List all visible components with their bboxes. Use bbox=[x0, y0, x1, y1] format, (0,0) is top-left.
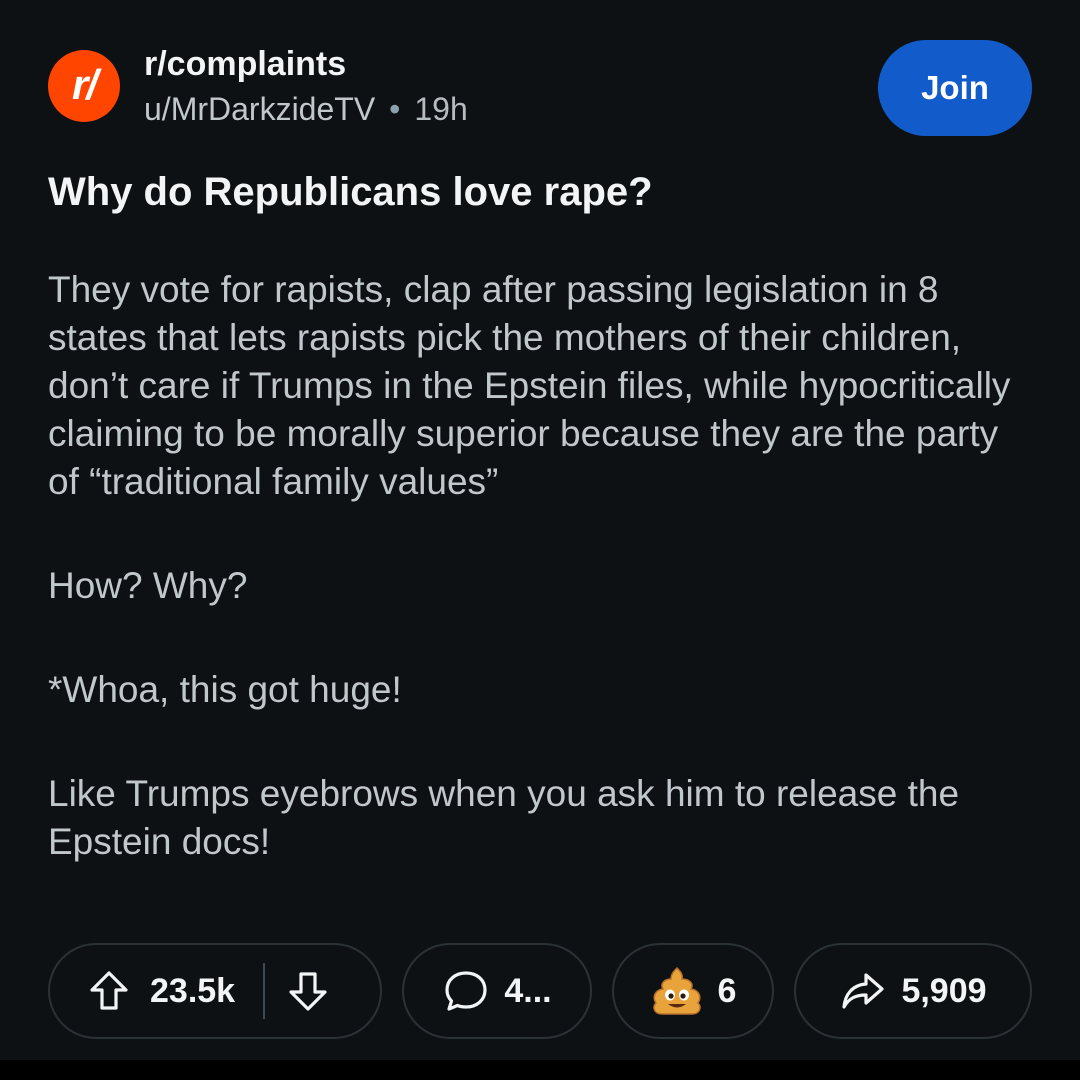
upvote-count: 23.5k bbox=[150, 971, 236, 1010]
share-arrow-icon bbox=[839, 967, 887, 1015]
post-meta: r/complaints u/MrDarkzideTV • 19h bbox=[144, 42, 468, 132]
share-count: 5,909 bbox=[901, 971, 987, 1010]
post-age: 19h bbox=[414, 91, 468, 127]
body-paragraph: How? Why? bbox=[48, 565, 248, 606]
body-paragraph: *Whoa, this got huge! bbox=[48, 669, 402, 710]
speech-bubble-icon bbox=[442, 967, 490, 1015]
author-name[interactable]: u/MrDarkzideTV bbox=[144, 86, 375, 132]
action-bar: 23.5k 4... 6 5,909 bbox=[48, 943, 1032, 1043]
subreddit-name[interactable]: r/complaints bbox=[144, 42, 468, 86]
comments-button[interactable]: 4... bbox=[402, 943, 592, 1039]
vote-divider bbox=[263, 963, 266, 1019]
poop-emoji-icon bbox=[650, 964, 704, 1018]
body-paragraph: They vote for rapists, clap after passin… bbox=[48, 269, 1011, 502]
arrow-up-icon[interactable] bbox=[86, 968, 132, 1014]
subreddit-avatar-glyph: r/ bbox=[71, 61, 98, 108]
post-title[interactable]: Why do Republicans love rape? bbox=[48, 166, 1032, 218]
bottom-edge bbox=[0, 1060, 1080, 1080]
author-line: u/MrDarkzideTV • 19h bbox=[144, 86, 468, 132]
award-count: 6 bbox=[717, 971, 737, 1010]
post-card: r/ r/complaints u/MrDarkzideTV • 19h Joi… bbox=[0, 0, 1080, 1060]
meta-separator: • bbox=[389, 91, 401, 127]
share-button[interactable]: 5,909 bbox=[794, 943, 1032, 1039]
vote-control: 23.5k bbox=[48, 943, 382, 1039]
arrow-down-icon[interactable] bbox=[285, 968, 331, 1014]
subreddit-avatar[interactable]: r/ bbox=[48, 50, 120, 122]
awards-button[interactable]: 6 bbox=[612, 943, 774, 1039]
join-button[interactable]: Join bbox=[878, 40, 1032, 136]
comment-count: 4... bbox=[504, 971, 552, 1010]
body-paragraph: Like Trumps eyebrows when you ask him to… bbox=[48, 773, 960, 862]
post-body: They vote for rapists, clap after passin… bbox=[48, 266, 1038, 866]
post-header: r/ r/complaints u/MrDarkzideTV • 19h Joi… bbox=[48, 40, 1032, 140]
